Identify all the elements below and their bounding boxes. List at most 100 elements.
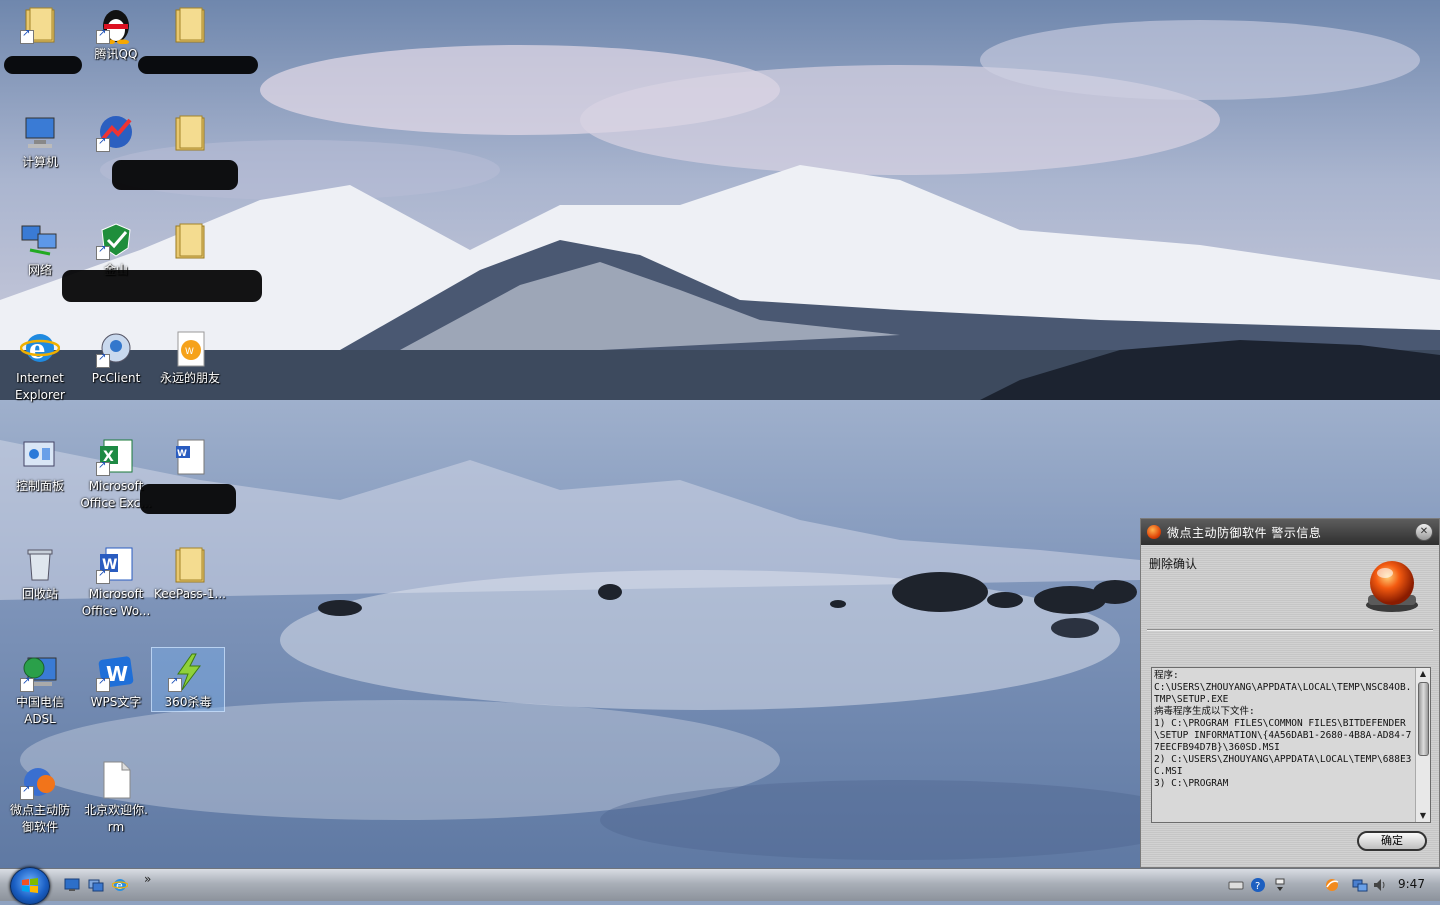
internet-explorer-icon: e [19, 328, 61, 368]
svg-text:?: ? [1255, 881, 1260, 892]
redacted-label [62, 270, 262, 302]
desktop-icon-item[interactable]: 回收站 [4, 540, 76, 603]
message-scrollbar[interactable]: ▲ ▼ [1415, 668, 1430, 822]
network-icon [20, 220, 60, 260]
folder-icon [170, 112, 210, 152]
shortcut-arrow-icon [20, 28, 34, 44]
shortcut-arrow-icon [96, 460, 110, 476]
desktop-icon-item[interactable]: e Internet Explorer [4, 324, 76, 404]
shortcut-arrow-icon [96, 28, 110, 44]
desktop-icon-item[interactable]: W [154, 432, 226, 478]
desktop-icon-label: PcClient [91, 371, 141, 385]
scroll-down-icon[interactable]: ▼ [1416, 810, 1430, 822]
shortcut-arrow-icon [96, 568, 110, 584]
divider [1147, 629, 1433, 630]
desktop-icon-label: 控制面板 [15, 479, 64, 493]
redacted-label [4, 56, 82, 74]
desktop-icon-item[interactable]: 微点主动防 御软件 [4, 756, 76, 836]
shortcut-arrow-icon [96, 136, 110, 152]
desktop-icon-label: 北京欢迎你. rm [84, 803, 148, 834]
desktop-icon-item[interactable] [4, 0, 76, 46]
micropoint-app-icon [1147, 525, 1161, 539]
desktop-icon-item[interactable]: 计算机 [4, 108, 76, 171]
shortcut-arrow-icon [96, 244, 110, 260]
folder-icon [20, 4, 60, 44]
adsl-globe-icon [20, 652, 60, 692]
recycle-bin-icon [20, 544, 60, 584]
desktop-icon-label: 回收站 [21, 587, 58, 601]
desktop-icon-item[interactable] [154, 216, 226, 262]
tray-app-icon[interactable] [1324, 877, 1340, 893]
switch-windows-icon[interactable] [88, 877, 104, 893]
alarm-light-icon [1366, 561, 1418, 612]
desktop-icon-item[interactable] [80, 108, 152, 154]
desktop-icon-item[interactable]: W 永远的朋友 [154, 324, 226, 387]
windows-logo-icon [22, 878, 38, 893]
desktop-icon-label: 计算机 [21, 155, 58, 169]
scroll-up-icon[interactable]: ▲ [1416, 668, 1430, 680]
svg-text:e: e [29, 335, 46, 365]
media-file-icon: W [170, 328, 210, 368]
taskbar: e » ? 9:47 [0, 867, 1440, 905]
chart-app-icon [96, 112, 136, 152]
excel-icon: X [96, 436, 136, 476]
start-button[interactable] [10, 867, 50, 905]
redacted-label [140, 484, 236, 514]
message-textbox[interactable]: 程序: C:\USERS\ZHOUYANG\APPDATA\LOCAL\TEMP… [1151, 667, 1431, 823]
desktop-icon-item[interactable]: 网络 [4, 216, 76, 279]
desktop-icon-item[interactable]: 中国电信 ADSL [4, 648, 76, 728]
desktop-icon-item[interactable]: PcClient [80, 324, 152, 387]
keyboard-icon[interactable] [1228, 877, 1244, 893]
kingsoft-security-icon [96, 220, 136, 260]
qq-penguin-icon [96, 4, 136, 45]
close-button[interactable]: ✕ [1415, 523, 1433, 541]
show-desktop-icon[interactable] [64, 877, 80, 893]
shortcut-arrow-icon [20, 676, 34, 692]
word-document-icon: W [170, 436, 210, 476]
desktop-icon-item[interactable] [154, 108, 226, 154]
desktop-icon-item[interactable]: 腾讯QQ [80, 0, 152, 63]
desktop-icon-label: WPS文字 [90, 695, 142, 709]
help-icon[interactable]: ? [1250, 877, 1266, 893]
clock[interactable]: 9:47 [1398, 877, 1425, 891]
dialog-title: 微点主动防御软件 警示信息 [1167, 525, 1322, 540]
svg-text:W: W [185, 347, 194, 357]
360-antivirus-icon [168, 652, 208, 692]
folder-icon [170, 220, 210, 260]
alert-dialog: 微点主动防御软件 警示信息 ✕ 删除确认 程序: C:\USERS\ZHOUYA… [1140, 518, 1440, 868]
file-icon [96, 760, 136, 800]
dialog-titlebar[interactable]: 微点主动防御软件 警示信息 ✕ [1141, 519, 1439, 545]
desktop-icon-item[interactable]: 北京欢迎你. rm [80, 756, 152, 836]
desktop-icon-item[interactable]: WMicrosoft Office Wo... [80, 540, 152, 620]
scroll-thumb[interactable] [1418, 682, 1429, 756]
folder-icon [170, 544, 210, 584]
word-icon: W [96, 544, 136, 584]
svg-text:W: W [177, 449, 187, 459]
quicklaunch-more-button[interactable]: » [144, 872, 151, 886]
desktop-icon-label: Internet Explorer [15, 371, 65, 402]
shortcut-arrow-icon [168, 676, 182, 692]
pcclient-icon [96, 328, 136, 368]
volume-icon[interactable] [1372, 877, 1388, 893]
redacted-label [112, 160, 238, 190]
desktop-icon-label: 微点主动防 御软件 [9, 803, 70, 834]
desktop-icon-label: 永远的朋友 [159, 371, 220, 385]
desktop-icon-item[interactable]: 控制面板 [4, 432, 76, 495]
desktop-icon-item[interactable]: W WPS文字 [80, 648, 152, 711]
svg-text:e: e [116, 879, 123, 892]
folder-icon [170, 4, 210, 44]
network-tray-icon[interactable] [1352, 877, 1368, 893]
computer-icon [20, 112, 60, 152]
shortcut-arrow-icon [96, 676, 110, 692]
message-text: 程序: C:\USERS\ZHOUYANG\APPDATA\LOCAL\TEMP… [1154, 670, 1412, 789]
ok-button[interactable]: 确定 [1357, 831, 1427, 851]
wps-writer-icon: W [96, 652, 136, 692]
desktop-icon-label: 360杀毒 [164, 695, 212, 709]
desktop-icon-item[interactable]: 360杀毒 [151, 647, 225, 712]
desktop-icon-item[interactable]: KeePass-1... [154, 540, 226, 603]
desktop-icon-item[interactable] [154, 0, 226, 46]
desktop-icon-label: KeePass-1... [154, 587, 226, 601]
expand-tray-icon[interactable] [1272, 877, 1288, 893]
control-panel-icon [20, 436, 60, 476]
ie-quicklaunch-icon[interactable]: e [112, 877, 128, 893]
